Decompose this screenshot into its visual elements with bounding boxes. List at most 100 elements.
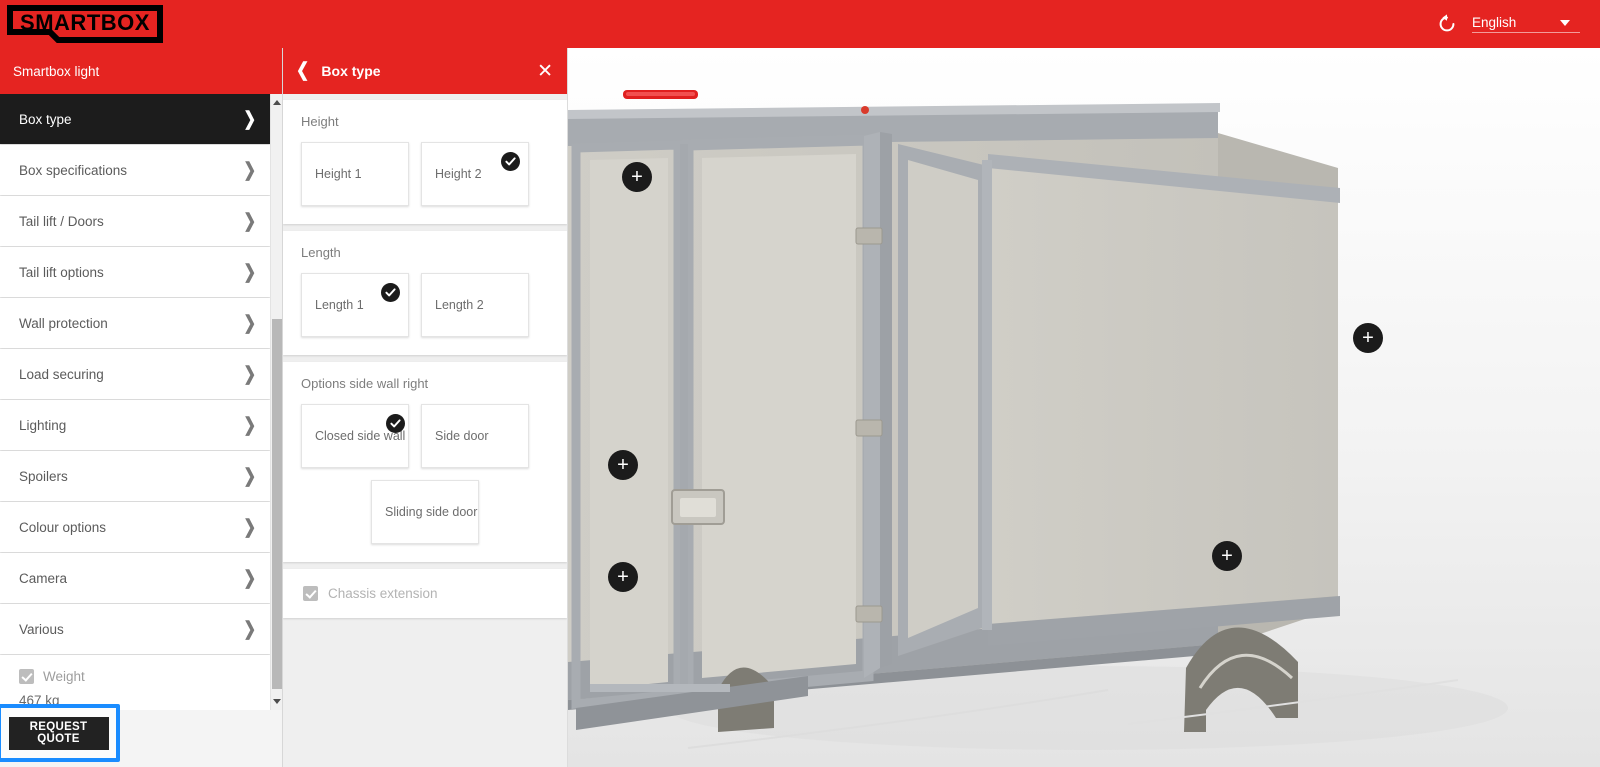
model-viewer[interactable]: + + + + + xyxy=(568,48,1600,767)
language-label: English xyxy=(1472,15,1517,30)
sidebar-item-colour-options[interactable]: Colour options ❯ xyxy=(0,502,270,552)
sidebar-item-label: Colour options xyxy=(19,519,107,535)
sidebar-item-various[interactable]: Various ❯ xyxy=(0,604,270,654)
sidebar-item-label: Wall protection xyxy=(19,315,108,331)
option-section: Height Height 1 Height 2 xyxy=(283,100,567,224)
option-card-label: Length 2 xyxy=(435,297,484,312)
reset-icon[interactable] xyxy=(1436,13,1458,35)
chevron-left-icon[interactable]: ❮ xyxy=(296,61,309,80)
weight-checkbox[interactable] xyxy=(19,669,34,684)
option-card-side-door[interactable]: Side door xyxy=(421,404,529,468)
selected-check-icon xyxy=(386,414,405,433)
language-selector[interactable]: English xyxy=(1472,15,1580,33)
sidebar-item-camera[interactable]: Camera ❯ xyxy=(0,553,270,603)
smartbox-logo[interactable]: SMARTBOX xyxy=(6,4,164,44)
selected-check-icon xyxy=(381,283,400,302)
chevron-right-icon: ❯ xyxy=(243,210,256,232)
sidebar-scrollbar[interactable] xyxy=(270,94,282,710)
selected-check-icon xyxy=(501,152,520,171)
sidebar-item-tail-lift-options[interactable]: Tail lift options ❯ xyxy=(0,247,270,297)
sidebar-scroll-area: Box type ❯ Box specifications ❯ Tail lift / … xyxy=(0,94,282,710)
option-grid: Length 1 Length 2 xyxy=(301,273,549,337)
sidebar-item-spoilers[interactable]: Spoilers ❯ xyxy=(0,451,270,501)
chevron-right-icon: ❯ xyxy=(243,567,256,589)
sidebar-item-tail-lift-doors[interactable]: Tail lift / Doors ❯ xyxy=(0,196,270,246)
option-grid: Height 1 Height 2 xyxy=(301,142,549,206)
sidebar-item-load-securing[interactable]: Load securing ❯ xyxy=(0,349,270,399)
hotspot-rear-door[interactable]: + xyxy=(1212,541,1242,571)
option-grid: Closed side wall Side door xyxy=(301,404,549,468)
hotspot-front-panel[interactable]: + xyxy=(622,162,652,192)
option-card-closed-side-wall[interactable]: Closed side wall xyxy=(301,404,409,468)
top-bar: SMARTBOX English xyxy=(0,0,1600,48)
chassis-extension-label: Chassis extension xyxy=(328,586,438,601)
option-card-length-1[interactable]: Length 1 xyxy=(301,273,409,337)
request-quote-button[interactable]: REQUEST QUOTE xyxy=(8,716,109,750)
triangle-down-icon xyxy=(273,699,281,704)
chevron-right-icon: ❯ xyxy=(243,363,256,385)
hotspot-lower-side[interactable]: + xyxy=(608,562,638,592)
sidebar-title: Smartbox light xyxy=(13,63,100,79)
sidebar-item-lighting[interactable]: Lighting ❯ xyxy=(0,400,270,450)
option-section: Options side wall right Closed side wall S… xyxy=(283,362,567,562)
sidebar-item-label: Camera xyxy=(19,570,68,586)
scrollbar-thumb[interactable] xyxy=(272,319,282,689)
option-panel-title: Box type xyxy=(321,63,381,79)
hotspot-rear-right[interactable]: + xyxy=(1353,323,1383,353)
option-card-label: Side door xyxy=(435,428,489,443)
chevron-right-icon: ❯ xyxy=(243,159,256,181)
hotspot-side-wall[interactable]: + xyxy=(608,450,638,480)
chevron-right-icon: ❯ xyxy=(243,465,256,487)
svg-text:SMARTBOX: SMARTBOX xyxy=(20,10,150,35)
sidebar-item-label: Load securing xyxy=(19,366,104,382)
scroll-down-arrow[interactable] xyxy=(271,695,282,708)
sidebar-nav-list: Box type ❯ Box specifications ❯ Tail lift / … xyxy=(0,94,270,710)
sidebar-item-label: Lighting xyxy=(19,417,67,433)
option-section: Length Length 1 Length 2 xyxy=(283,231,567,355)
sidebar-item-label: Box specifications xyxy=(19,162,128,178)
sidebar-footer: REQUEST QUOTE xyxy=(0,704,282,767)
sidebar-title-bar: Smartbox light xyxy=(0,48,282,94)
option-card-label: Length 1 xyxy=(315,297,364,312)
option-panel: ❮ Box type ✕ Height Height 1 Height 2 Lengt… xyxy=(283,48,568,767)
option-card-label: Sliding side door xyxy=(385,504,478,519)
chassis-extension-section: Chassis extension xyxy=(283,569,567,618)
sidebar-item-label: Various xyxy=(19,621,64,637)
option-card-height-2[interactable]: Height 2 xyxy=(421,142,529,206)
sidebar-item-label: Tail lift options xyxy=(19,264,104,280)
option-card-length-2[interactable]: Length 2 xyxy=(421,273,529,337)
sidebar-item-box-specifications[interactable]: Box specifications ❯ xyxy=(0,145,270,195)
chevron-right-icon: ❯ xyxy=(243,414,256,436)
section-title: Length xyxy=(301,245,341,260)
chevron-right-icon: ❯ xyxy=(243,108,256,130)
sidebar: Smartbox light Box type ❯ Box specificatio… xyxy=(0,48,283,767)
scroll-up-arrow[interactable] xyxy=(271,96,282,109)
chevron-right-icon: ❯ xyxy=(243,618,256,640)
triangle-up-icon xyxy=(273,100,281,105)
option-panel-body: Height Height 1 Height 2 Length Length 1 Leng… xyxy=(283,94,567,767)
sidebar-item-box-type[interactable]: Box type ❯ xyxy=(0,94,270,144)
option-card-sliding-side-door[interactable]: Sliding side door xyxy=(371,480,479,544)
option-panel-header: ❮ Box type ✕ xyxy=(283,48,567,94)
section-title: Options side wall right xyxy=(301,376,429,391)
option-card-height-1[interactable]: Height 1 xyxy=(301,142,409,206)
weight-summary: Weight 467 kg xyxy=(0,655,270,710)
box-body-3d-render xyxy=(568,48,1600,767)
chevron-right-icon: ❯ xyxy=(243,516,256,538)
option-grid: Sliding side door xyxy=(301,480,549,544)
chevron-right-icon: ❯ xyxy=(243,261,256,283)
top-bar-actions: English xyxy=(1436,13,1580,35)
section-title: Height xyxy=(301,114,339,129)
sidebar-item-label: Box type xyxy=(19,111,72,127)
weight-label: Weight xyxy=(43,669,85,684)
chassis-extension-checkbox[interactable] xyxy=(303,586,318,601)
configurator-app: SMARTBOX English Smartbox light Box type… xyxy=(0,0,1600,767)
request-quote-focus-ring: REQUEST QUOTE xyxy=(0,704,120,762)
sidebar-item-wall-protection[interactable]: Wall protection ❯ xyxy=(0,298,270,348)
close-icon[interactable]: ✕ xyxy=(537,62,553,81)
chevron-right-icon: ❯ xyxy=(243,312,256,334)
option-card-label: Height 2 xyxy=(435,166,482,181)
chevron-down-icon xyxy=(1560,19,1571,26)
sidebar-item-label: Spoilers xyxy=(19,468,68,484)
sidebar-item-label: Tail lift / Doors xyxy=(19,213,104,229)
